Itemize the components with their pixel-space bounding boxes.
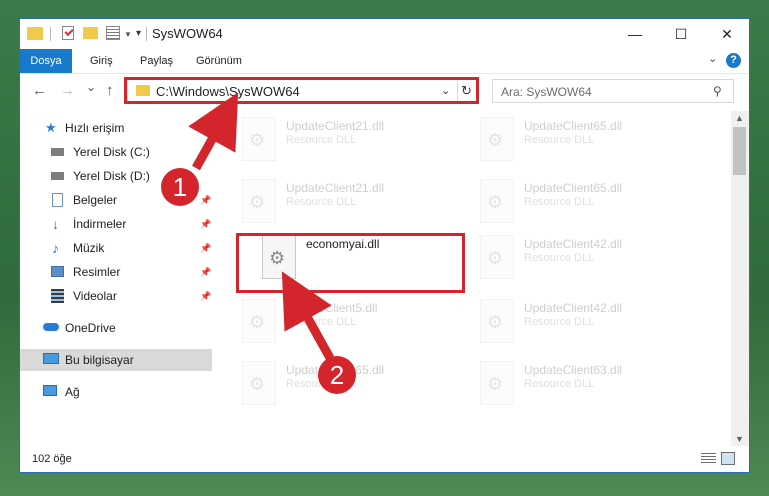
annotation-arrows: [188, 92, 334, 361]
arrow-to-file: [281, 271, 334, 361]
callout-step-2: 2: [318, 356, 356, 394]
arrow-to-address: [188, 92, 239, 171]
callout-step-1: 1: [161, 168, 199, 206]
